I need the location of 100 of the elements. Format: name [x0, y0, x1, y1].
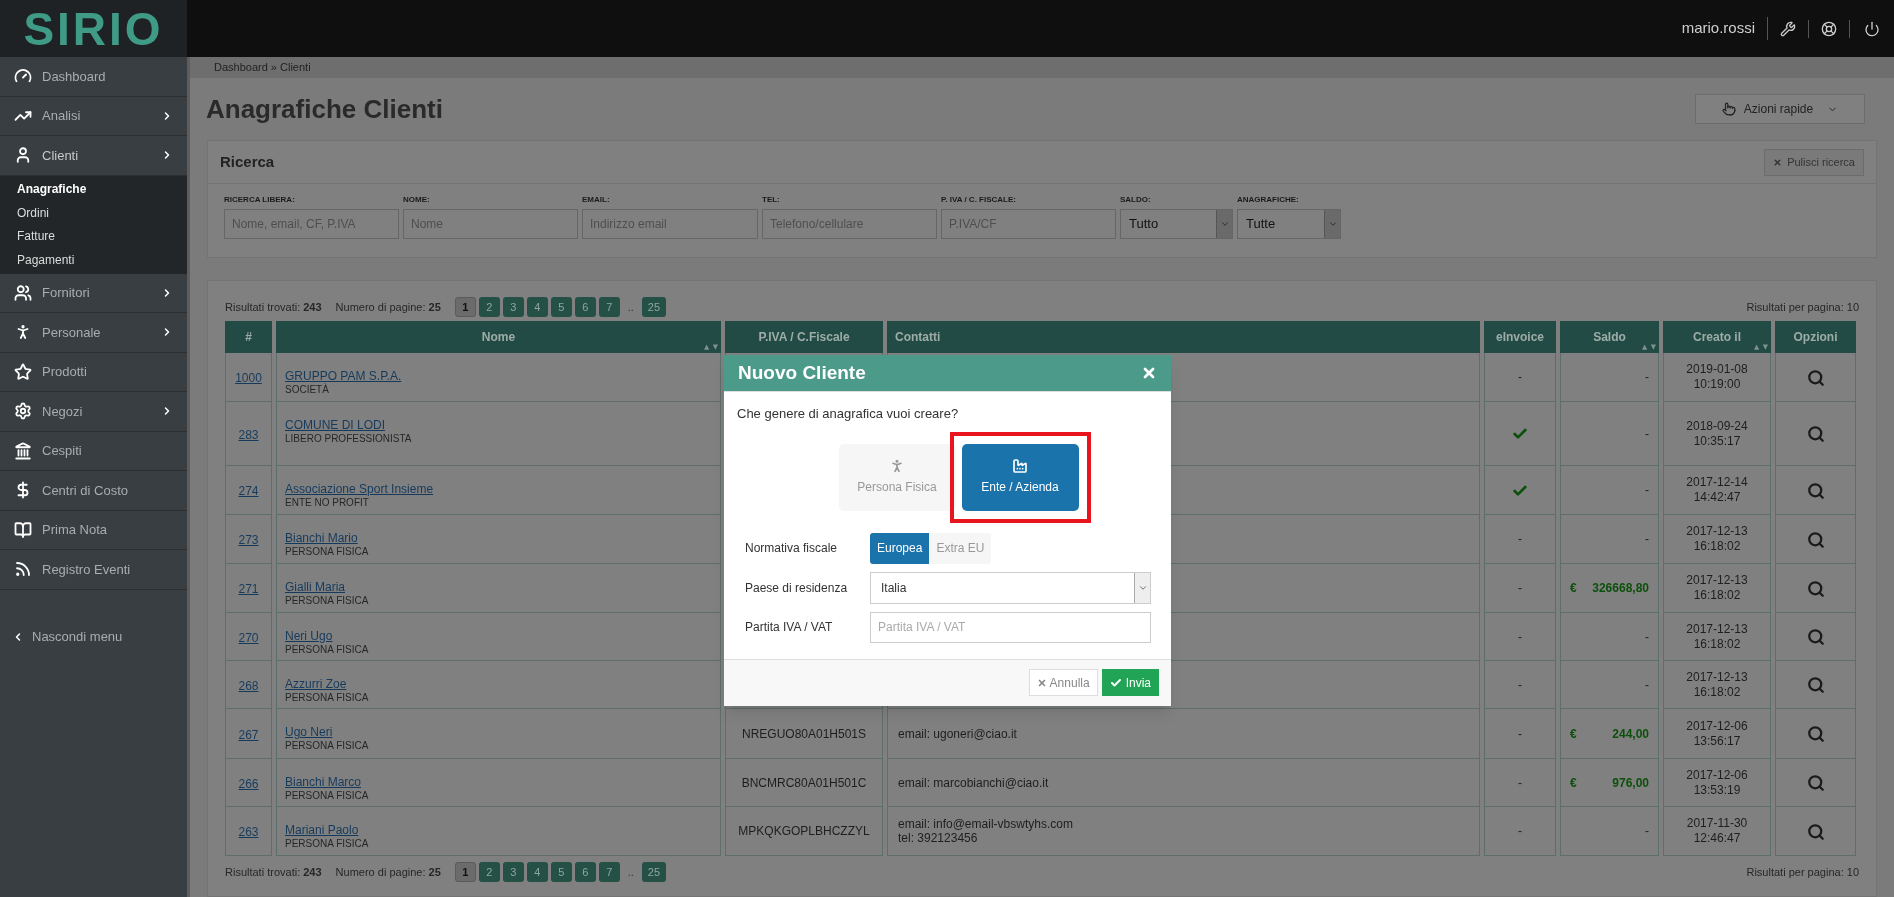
- dropdown-toggle[interactable]: [1324, 210, 1340, 238]
- field-label: TEL:: [762, 194, 781, 206]
- client-name-link[interactable]: Associazione Sport Insieme: [285, 482, 720, 496]
- submit-button[interactable]: Invia: [1101, 669, 1159, 696]
- table-cell: -: [1484, 515, 1556, 564]
- close-icon[interactable]: [1141, 365, 1157, 381]
- chevron-down-icon: [1219, 219, 1230, 229]
- type-choice-button[interactable]: Ente / Azienda: [961, 443, 1079, 511]
- page-title: Anagrafiche Clienti: [206, 92, 444, 126]
- client-name-link[interactable]: Bianchi Marco: [285, 775, 720, 789]
- page-button[interactable]: 4: [526, 862, 548, 882]
- client-id-link[interactable]: 283: [238, 427, 259, 442]
- column-header[interactable]: Saldo: [1560, 321, 1659, 353]
- column-header[interactable]: eInvoice: [1484, 321, 1556, 353]
- search-icon[interactable]: [1806, 530, 1825, 549]
- client-id-link[interactable]: 268: [238, 678, 259, 693]
- wrench-icon[interactable]: [1780, 20, 1796, 37]
- column-header[interactable]: #: [225, 321, 272, 353]
- page-button[interactable]: 3: [502, 862, 524, 882]
- hand-pointer-icon: [1721, 102, 1736, 116]
- table-cell: -: [1560, 661, 1659, 709]
- hide-menu-button[interactable]: Nascondi menu: [12, 621, 123, 652]
- column-header[interactable]: Creato il: [1663, 321, 1771, 353]
- search-icon[interactable]: [1806, 425, 1825, 444]
- client-name-link[interactable]: Bianchi Mario: [285, 531, 720, 545]
- help-icon[interactable]: [1821, 20, 1837, 37]
- power-icon[interactable]: [1864, 20, 1880, 37]
- username[interactable]: mario.rossi: [1681, 17, 1768, 40]
- submenu-item[interactable]: Ordini: [0, 201, 187, 225]
- filter-select[interactable]: Tutto: [1120, 209, 1233, 239]
- table-cell: -: [1560, 613, 1659, 661]
- client-id-link[interactable]: 267: [238, 727, 259, 742]
- type-choice-button[interactable]: Persona Fisica: [838, 443, 956, 511]
- toggle-option[interactable]: Europea: [870, 532, 930, 564]
- dropdown-toggle[interactable]: [1216, 210, 1232, 238]
- table-cell: 2017-12-13 16:18:02: [1663, 564, 1771, 613]
- client-name-link[interactable]: COMUNE DI LODI: [285, 418, 720, 432]
- quick-actions-button[interactable]: Azioni rapide: [1695, 94, 1865, 124]
- submenu-item[interactable]: Anagrafiche: [0, 177, 187, 201]
- page-button[interactable]: 1: [454, 862, 476, 882]
- table-cell: -: [1560, 353, 1659, 402]
- table-cell: 2019-01-08 10:19:00: [1663, 353, 1771, 402]
- client-id-link[interactable]: 273: [238, 533, 259, 547]
- client-id-link[interactable]: 263: [238, 825, 259, 839]
- client-name-link[interactable]: Ugo Neri: [285, 725, 720, 739]
- pagination-ellipsis: ..: [626, 864, 635, 880]
- logo: SIRIO: [23, 5, 164, 52]
- table-cell: BNCMRC80A01H501C: [725, 759, 883, 807]
- page-button[interactable]: 7: [598, 297, 620, 317]
- client-id-link[interactable]: 266: [238, 776, 259, 791]
- filter-select[interactable]: Tutte: [1237, 209, 1341, 239]
- search-icon[interactable]: [1806, 774, 1825, 793]
- search-icon[interactable]: [1806, 628, 1825, 647]
- field-label: RICERCA LIBERA:: [224, 194, 296, 206]
- clear-search-button[interactable]: Pulisci ricerca: [1764, 148, 1864, 176]
- page-button[interactable]: 1: [454, 297, 476, 317]
- client-id-link[interactable]: 270: [238, 630, 259, 645]
- breadcrumb[interactable]: Dashboard » Clienti: [214, 59, 311, 76]
- page-button[interactable]: 5: [550, 297, 572, 317]
- table-cell: -: [1560, 807, 1659, 856]
- dropdown-toggle[interactable]: [1134, 572, 1150, 603]
- page-button[interactable]: 25: [641, 862, 666, 882]
- client-name-link[interactable]: Neri Ugo: [285, 629, 720, 643]
- column-header[interactable]: Opzioni: [1775, 321, 1856, 353]
- submenu-item[interactable]: Fatture: [0, 224, 187, 248]
- search-icon[interactable]: [1806, 579, 1825, 598]
- page-button[interactable]: 4: [526, 297, 548, 317]
- submenu-item[interactable]: Pagamenti: [0, 248, 187, 272]
- vat-input[interactable]: Partita IVA / VAT: [870, 611, 1151, 643]
- page-button[interactable]: 6: [574, 862, 596, 882]
- column-header[interactable]: Nome: [276, 321, 721, 353]
- page-button[interactable]: 2: [478, 297, 500, 317]
- column-header[interactable]: P.IVA / C.Fiscale: [725, 321, 883, 353]
- search-icon[interactable]: [1806, 676, 1825, 695]
- page-button[interactable]: 2: [478, 862, 500, 882]
- results-per-page: Risultati per pagina: 10: [1746, 864, 1859, 880]
- cancel-button[interactable]: Annulla: [1028, 669, 1098, 696]
- bank-icon: [14, 441, 32, 460]
- table-cell: -: [1484, 759, 1556, 807]
- client-name-link[interactable]: Gialli Maria: [285, 580, 720, 594]
- client-id-link[interactable]: 1000: [235, 371, 262, 385]
- client-id-link[interactable]: 274: [238, 484, 259, 498]
- page-button[interactable]: 6: [574, 297, 596, 317]
- page-button[interactable]: 7: [598, 862, 620, 882]
- client-name-link[interactable]: Mariani Paolo: [285, 823, 720, 837]
- page-button[interactable]: 5: [550, 862, 572, 882]
- search-icon[interactable]: [1806, 481, 1825, 500]
- client-name-link[interactable]: Azzurri Zoe: [285, 677, 720, 691]
- client-type: PERSONA FISICA: [285, 789, 370, 803]
- column-header[interactable]: Contatti: [887, 321, 1480, 353]
- page-button[interactable]: 3: [502, 297, 524, 317]
- country-select[interactable]: Italia: [870, 571, 1151, 604]
- page-button[interactable]: 25: [641, 297, 666, 317]
- client-id-link[interactable]: 271: [238, 582, 259, 596]
- client-name-link[interactable]: GRUPPO PAM S.P.A.: [285, 369, 720, 383]
- search-icon[interactable]: [1806, 822, 1825, 841]
- search-icon[interactable]: [1806, 725, 1825, 744]
- results-count: Risultati trovati: 243: [225, 299, 322, 315]
- search-icon[interactable]: [1806, 368, 1825, 387]
- toggle-option[interactable]: Extra EU: [929, 532, 992, 564]
